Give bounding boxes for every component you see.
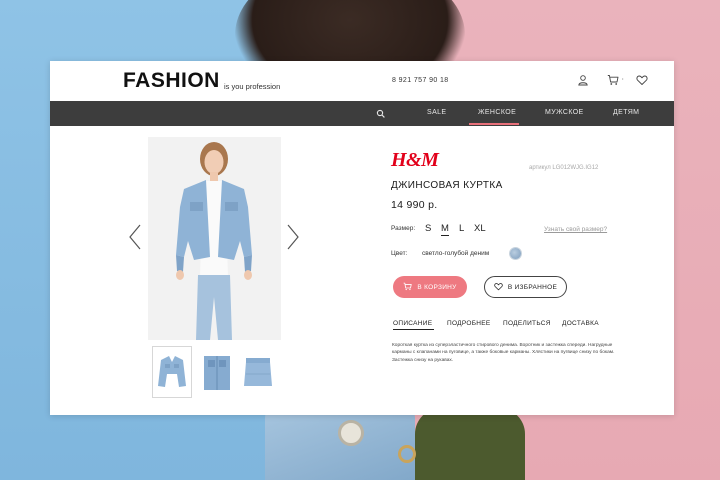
nav-item-kids[interactable]: ДЕТЯМ: [613, 109, 639, 116]
heart-icon: [494, 278, 503, 296]
product-sku: артикул LG012WJG.IG12: [529, 165, 599, 171]
next-image-arrow-icon[interactable]: [286, 224, 300, 250]
add-to-favorites-label: В ИЗБРАННОЕ: [507, 283, 558, 291]
product-title: ДЖИНСОВАЯ КУРТКА: [391, 180, 503, 191]
size-option-l[interactable]: L: [459, 223, 464, 234]
add-to-favorites-button[interactable]: В ИЗБРАННОЕ: [484, 276, 567, 298]
tab-description[interactable]: ОПИСАНИЕ: [393, 320, 432, 327]
cart-count-badge: •: [622, 76, 624, 81]
add-to-cart-button[interactable]: В КОРЗИНУ: [393, 276, 467, 298]
add-to-cart-label: В КОРЗИНУ: [417, 283, 457, 291]
nav-item-women[interactable]: ЖЕНСКОЕ: [478, 109, 516, 116]
product-description: Короткая куртка из суперэластичного стир…: [392, 343, 615, 363]
color-label: Цвет:: [391, 250, 408, 257]
search-icon[interactable]: [375, 107, 387, 119]
size-option-xl[interactable]: XL: [474, 223, 486, 234]
header: FASHION is you profession 8 921 757 90 1…: [50, 61, 674, 101]
cart-icon: [403, 278, 413, 296]
tab-active-indicator: [393, 329, 434, 330]
brand-logo[interactable]: H&M: [391, 149, 439, 172]
tab-delivery[interactable]: ДОСТАВКА: [562, 320, 599, 327]
size-label: Размер:: [391, 225, 416, 232]
background-watch: [338, 420, 364, 446]
background-bag: [415, 408, 525, 480]
size-guide-link[interactable]: Узнать свой размер?: [544, 226, 607, 233]
nav-item-sale[interactable]: SALE: [427, 109, 447, 116]
thumbnail-front[interactable]: [152, 346, 192, 398]
size-option-m-selected[interactable]: M: [441, 223, 449, 236]
nav-active-indicator: [469, 123, 519, 125]
tab-details[interactable]: ПОДРОБНЕЕ: [447, 320, 491, 327]
color-value: светло-голубой деним: [422, 250, 490, 257]
heart-icon[interactable]: [635, 73, 649, 87]
user-icon[interactable]: [576, 73, 590, 87]
tagline: is you profession: [224, 82, 281, 91]
tab-share[interactable]: ПОДЕЛИТЬСЯ: [503, 320, 551, 327]
main-navigation: SALE ЖЕНСКОЕ МУЖСКОЕ ДЕТЯМ: [50, 101, 674, 126]
thumbnail-detail[interactable]: [197, 346, 237, 398]
cart-icon[interactable]: [606, 73, 620, 87]
background-keyring: [398, 445, 416, 463]
thumbnail-back[interactable]: [238, 346, 278, 398]
logo[interactable]: FASHION: [123, 69, 220, 93]
product-main-image[interactable]: [148, 137, 281, 340]
size-option-s[interactable]: S: [425, 223, 431, 234]
color-swatch[interactable]: [510, 248, 521, 259]
product-price: 14 990 р.: [391, 199, 438, 211]
nav-item-men[interactable]: МУЖСКОЕ: [545, 109, 584, 116]
previous-image-arrow-icon[interactable]: [128, 224, 142, 250]
product-page-card: FASHION is you profession 8 921 757 90 1…: [50, 61, 674, 415]
phone-number[interactable]: 8 921 757 90 18: [392, 77, 449, 84]
